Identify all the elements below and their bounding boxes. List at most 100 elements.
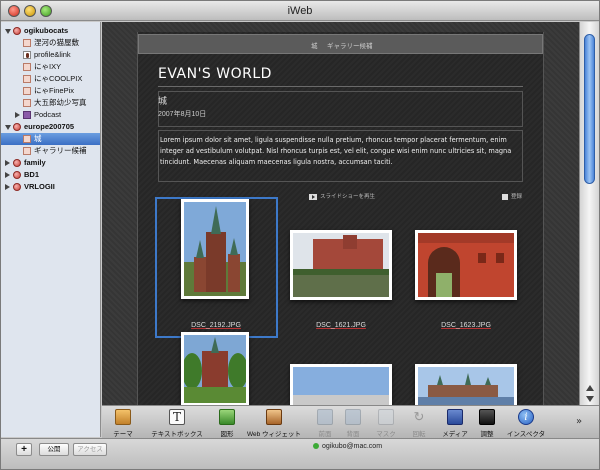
sidebar-page-item[interactable]: 涅河の猫屋敷: [1, 37, 100, 49]
sidebar-page-item[interactable]: profile&link: [1, 49, 100, 61]
disclosure-closed-icon[interactable]: [5, 172, 10, 178]
scrollbar-thumb[interactable]: [584, 34, 595, 184]
disclosure-closed-icon[interactable]: [5, 184, 10, 190]
sidebar-item-label: family: [24, 158, 46, 167]
site-icon: [13, 123, 21, 131]
photo-thumbnail[interactable]: [181, 199, 249, 299]
account-label: ogikubo@mac.com: [322, 443, 383, 450]
photo-thumbnail[interactable]: [415, 364, 517, 405]
disclosure-open-icon[interactable]: [5, 125, 11, 130]
theme-icon: [115, 409, 131, 425]
visit-button[interactable]: アクセス: [73, 443, 107, 456]
photo-thumbnail[interactable]: [181, 332, 249, 405]
sidebar-site-family[interactable]: family: [1, 157, 100, 169]
subscribe-link[interactable]: 登録: [502, 192, 522, 200]
sidebar-page-item[interactable]: にゃFinePix: [1, 85, 100, 97]
shapes-label: 図形: [220, 431, 234, 438]
disclosure-open-icon[interactable]: [5, 29, 11, 34]
add-page-button[interactable]: +: [16, 443, 32, 456]
sidebar-page-selected[interactable]: 城: [1, 133, 100, 145]
photo-caption[interactable]: DSC_1621.JPG: [291, 322, 391, 329]
window-title: iWeb: [287, 5, 313, 17]
site-icon: [13, 27, 21, 35]
person-page-icon: [23, 51, 31, 59]
sidebar-site-europe200705[interactable]: europe200705: [1, 121, 100, 133]
send-back-button[interactable]: 背面: [342, 408, 364, 438]
sidebar-item-label: にゃCOOLPIX: [34, 74, 83, 83]
toolbar-overflow-button[interactable]: »: [576, 416, 582, 427]
status-bar: + 公開 アクセス ogikubo@mac.com: [1, 438, 599, 469]
rotate-button[interactable]: ↻ 回転: [408, 408, 430, 438]
web-page[interactable]: 城 ギャラリー候補 EVAN'S WORLD 城 2007年8月10日 Lore…: [137, 32, 544, 405]
mask-icon: [378, 409, 394, 425]
media-button[interactable]: メディア: [440, 408, 470, 438]
nav-item-current[interactable]: 城: [311, 40, 318, 50]
page-icon: [23, 147, 31, 155]
iweb-window: iWeb ogikubocats 涅河の猫屋敷 profile&link にゃI…: [0, 0, 600, 470]
page-icon: [23, 135, 31, 143]
sidebar-item-label: にゃIXY: [34, 62, 62, 71]
inspector-button[interactable]: i インスペクタ: [504, 408, 548, 438]
navigation-bar[interactable]: 城 ギャラリー候補: [138, 34, 543, 54]
send-back-label: 背面: [346, 431, 360, 438]
sidebar-item-label: profile&link: [34, 50, 71, 59]
page-canvas[interactable]: 城 ギャラリー候補 EVAN'S WORLD 城 2007年8月10日 Lore…: [102, 22, 579, 405]
page-heading[interactable]: 城: [158, 94, 167, 107]
publish-button[interactable]: 公開: [39, 443, 69, 456]
shapes-button[interactable]: 図形: [212, 408, 242, 438]
scroll-arrows[interactable]: [580, 381, 599, 405]
sidebar-item-label: ogikubocats: [24, 26, 69, 35]
site-icon: [13, 159, 21, 167]
web-widget-label: Web ウィジェット: [246, 431, 302, 438]
sky-photo: [293, 367, 389, 405]
bring-front-button[interactable]: 前面: [314, 408, 336, 438]
subscribe-label: 登録: [511, 194, 523, 200]
inspector-label: インスペクタ: [506, 431, 546, 438]
sidebar-page-item[interactable]: 大五郎幼少写真: [1, 97, 100, 109]
castle-water-image: [418, 367, 514, 405]
palace-garden-image: [184, 335, 246, 403]
web-widget-button[interactable]: Web ウィジェット: [244, 408, 304, 438]
textbox-button[interactable]: T テキストボックス: [148, 408, 206, 438]
page-date[interactable]: 2007年8月10日: [158, 109, 206, 119]
sidebar-page-item[interactable]: にゃIXY: [1, 61, 100, 73]
sidebar-item-label: ギャラリー候補: [34, 146, 87, 155]
theme-button[interactable]: テーマ: [106, 408, 140, 438]
site-icon: [13, 171, 21, 179]
sidebar-site-bd1[interactable]: BD1: [1, 169, 100, 181]
sidebar-site-ogikubocats[interactable]: ogikubocats: [1, 25, 100, 37]
photo-caption[interactable]: DSC_2192.JPG: [166, 322, 266, 329]
textbox-label: テキストボックス: [151, 431, 203, 438]
rss-icon: [502, 193, 508, 200]
nav-item-gallery[interactable]: ギャラリー候補: [327, 40, 373, 50]
castle-water-photo: [418, 367, 514, 405]
page-icon: [23, 99, 31, 107]
mask-button[interactable]: マスク: [374, 408, 398, 438]
slideshow-link[interactable]: スライドショーを再生: [309, 192, 375, 200]
vertical-scrollbar[interactable]: [579, 22, 599, 405]
slideshow-label: スライドショーを再生: [320, 194, 376, 200]
media-icon: [447, 409, 463, 425]
disclosure-closed-icon[interactable]: [15, 112, 20, 118]
sidebar-item-label: Podcast: [34, 110, 62, 119]
site-title[interactable]: EVAN'S WORLD: [158, 66, 272, 82]
adjust-button[interactable]: 調整: [476, 408, 498, 438]
castle-tower-image: [184, 202, 246, 296]
scroll-up-arrow-icon[interactable]: [586, 385, 594, 391]
photo-caption[interactable]: DSC_1623.JPG: [416, 322, 516, 329]
photo-thumbnail[interactable]: [415, 230, 517, 300]
disclosure-closed-icon[interactable]: [5, 160, 10, 166]
photo-thumbnail[interactable]: [290, 364, 392, 405]
photo-thumbnail[interactable]: [290, 230, 392, 300]
online-status-icon: [313, 443, 319, 450]
scroll-down-arrow-icon[interactable]: [586, 396, 594, 402]
sidebar-item-label: europe200705: [24, 122, 75, 131]
sky-image: [293, 367, 389, 405]
sidebar-page-podcast[interactable]: Podcast: [1, 109, 100, 121]
sidebar-page-item[interactable]: ギャラリー候補: [1, 145, 100, 157]
header-text-box[interactable]: [158, 91, 523, 127]
mask-label: マスク: [376, 431, 396, 438]
body-text[interactable]: Lorem ipsum dolor sit amet, ligula suspe…: [160, 135, 522, 168]
sidebar-site-vrlogii[interactable]: VRLOGII: [1, 181, 100, 193]
sidebar-page-item[interactable]: にゃCOOLPIX: [1, 73, 100, 85]
